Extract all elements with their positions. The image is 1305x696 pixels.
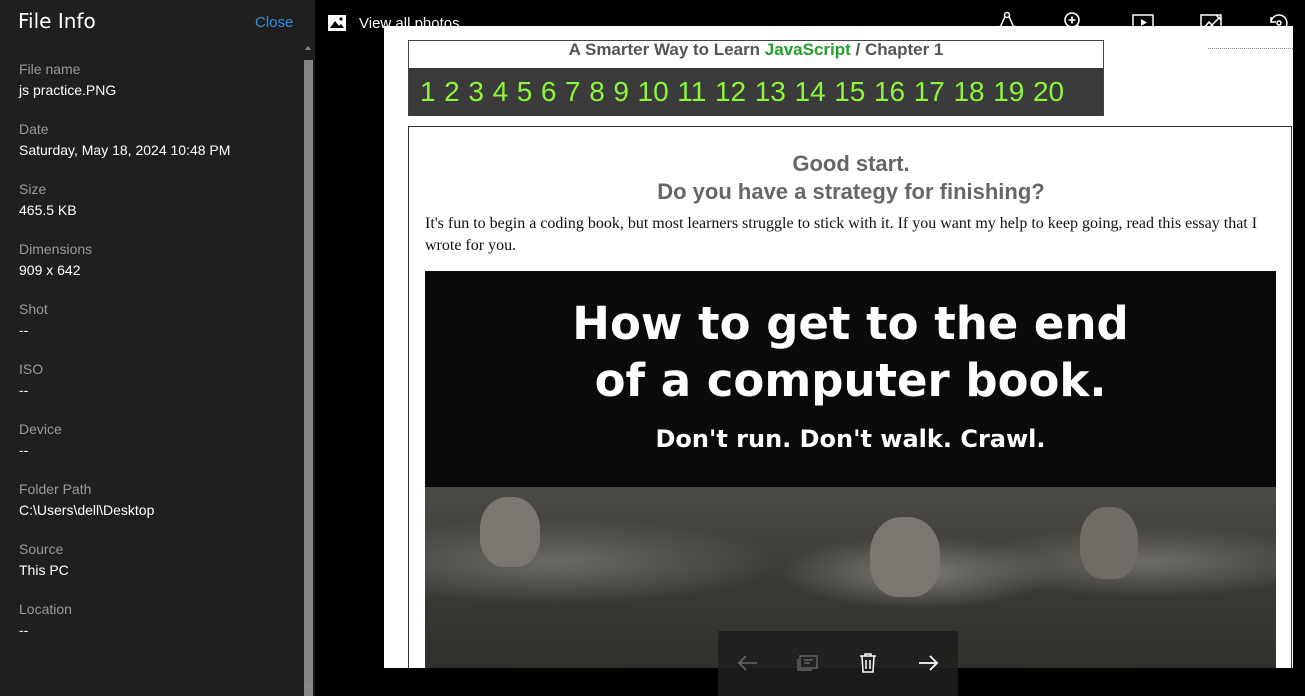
photos-app-window: File Info Close File name js practice.PN…: [0, 0, 1305, 696]
add-to-album-icon[interactable]: [796, 651, 820, 675]
field-value: js practice.PNG: [19, 82, 117, 98]
person-center: [870, 517, 940, 597]
heading-strategy: Do you have a strategy for finishing?: [657, 179, 1045, 204]
field-shot: Shot --: [19, 301, 289, 361]
panel-scrollbar[interactable]: [302, 44, 315, 696]
field-label: Device: [19, 421, 62, 437]
essay-banner: How to get to the end of a computer book…: [425, 271, 1276, 668]
forward-arrow-icon[interactable]: [916, 651, 940, 675]
chapter-number: 7: [565, 76, 581, 107]
photo-gallery-icon: [328, 15, 346, 31]
chapter-number: 5: [516, 76, 533, 107]
chapter-number: 20: [1032, 76, 1065, 107]
field-label: Dimensions: [19, 241, 93, 257]
chapter-number: 1: [420, 76, 436, 107]
field-label: Size: [19, 181, 47, 197]
banner-title-line1: How to get to the end: [572, 297, 1129, 350]
banner-title-line2: of a computer book.: [594, 354, 1107, 407]
person-left: [480, 497, 540, 567]
field-value[interactable]: C:\Users\dell\Desktop: [19, 501, 289, 520]
chapter-number: 2: [444, 76, 460, 107]
panel-title: File Info: [18, 9, 96, 33]
file-info-panel: File Info Close File name js practice.PN…: [0, 0, 315, 696]
field-value: --: [19, 622, 29, 638]
banner-subtitle: Don't run. Don't walk. Crawl.: [655, 425, 1046, 453]
view-all-photos-button[interactable]: View all photos: [327, 12, 460, 34]
field-location: Location --: [19, 601, 289, 661]
field-label: Source: [19, 541, 64, 557]
field-label: Shot: [19, 301, 48, 317]
chapter-number: 16: [873, 76, 906, 107]
rotate-icon[interactable]: [1266, 10, 1292, 36]
chapter-number: 3: [468, 76, 484, 107]
share-icon[interactable]: [994, 10, 1020, 36]
zoom-in-icon[interactable]: [1062, 10, 1088, 36]
field-value: --: [19, 322, 29, 338]
field-source: Source This PC: [19, 541, 289, 601]
banner-title: How to get to the end of a computer book…: [425, 295, 1276, 409]
field-date: Date Saturday, May 18, 2024 10:48 PM: [19, 121, 289, 181]
slideshow-icon[interactable]: [1130, 10, 1156, 36]
chapter-number: 9: [613, 76, 629, 107]
field-value: Saturday, May 18, 2024 10:48 PM: [19, 142, 231, 158]
delete-icon[interactable]: [856, 651, 880, 675]
field-dimensions: Dimensions 909 x 642: [19, 241, 289, 301]
content-box: Good start. Do you have a strategy for f…: [408, 126, 1292, 668]
close-button[interactable]: Close: [255, 14, 293, 31]
chapter-number: 13: [754, 76, 786, 107]
field-label: Date: [19, 121, 49, 137]
field-file-name: File name js practice.PNG: [19, 61, 289, 121]
chapter-number: 10: [637, 76, 669, 107]
chapter-number: 4: [492, 76, 509, 107]
field-label: File name: [19, 61, 81, 77]
chapter-header: A Smarter Way to Learn JavaScript / Chap…: [408, 40, 1104, 116]
back-arrow-icon[interactable]: [736, 651, 760, 675]
field-label: Folder Path: [19, 481, 92, 497]
field-value: --: [19, 442, 29, 458]
scroll-up-arrow-icon[interactable]: [305, 46, 311, 50]
intro-paragraph: It's fun to begin a coding book, but mos…: [425, 215, 1258, 254]
chapter-title: A Smarter Way to Learn JavaScript / Chap…: [409, 41, 1103, 68]
chapter-number: 19: [993, 76, 1025, 107]
scroll-thumb[interactable]: [304, 60, 313, 696]
bottom-navigation-bar: [718, 631, 958, 696]
field-label: Location: [19, 601, 72, 617]
field-value: 909 x 642: [19, 262, 81, 278]
field-iso: ISO --: [19, 361, 289, 421]
file-info-fields: File name js practice.PNG Date Saturday,…: [19, 61, 289, 661]
top-toolbar: View all photos: [315, 0, 1305, 45]
field-device: Device --: [19, 421, 289, 481]
chapter-number-strip: 1 2 3 4 5 6 7 8 9 10 11 12 13 14 15 16 1…: [409, 68, 1103, 116]
scroll-down-arrow-icon[interactable]: [305, 686, 311, 690]
chapter-number: 18: [953, 76, 985, 107]
field-size: Size 465.5 KB: [19, 181, 289, 241]
chapter-number: 12: [714, 76, 747, 107]
chapter-number: 6: [540, 76, 557, 107]
field-folder-path: Folder Path C:\Users\dell\Desktop: [19, 481, 289, 541]
chapter-number: 15: [834, 76, 866, 107]
displayed-photo: A Smarter Way to Learn JavaScript / Chap…: [384, 26, 1293, 668]
field-value: --: [19, 382, 29, 398]
field-value: 465.5 KB: [19, 202, 77, 218]
heading-good-start: Good start.: [792, 151, 910, 176]
dotted-divider: [1208, 48, 1293, 50]
chapter-number: 8: [589, 76, 605, 107]
chapter-number: 11: [677, 76, 707, 107]
chapter-number: 17: [913, 76, 945, 107]
view-all-label: View all photos: [359, 14, 460, 32]
chapter-number: 14: [794, 76, 826, 107]
field-value: This PC: [19, 562, 69, 578]
field-label: ISO: [19, 361, 44, 377]
person-right: [1080, 507, 1138, 579]
edit-image-icon[interactable]: [1198, 10, 1224, 36]
